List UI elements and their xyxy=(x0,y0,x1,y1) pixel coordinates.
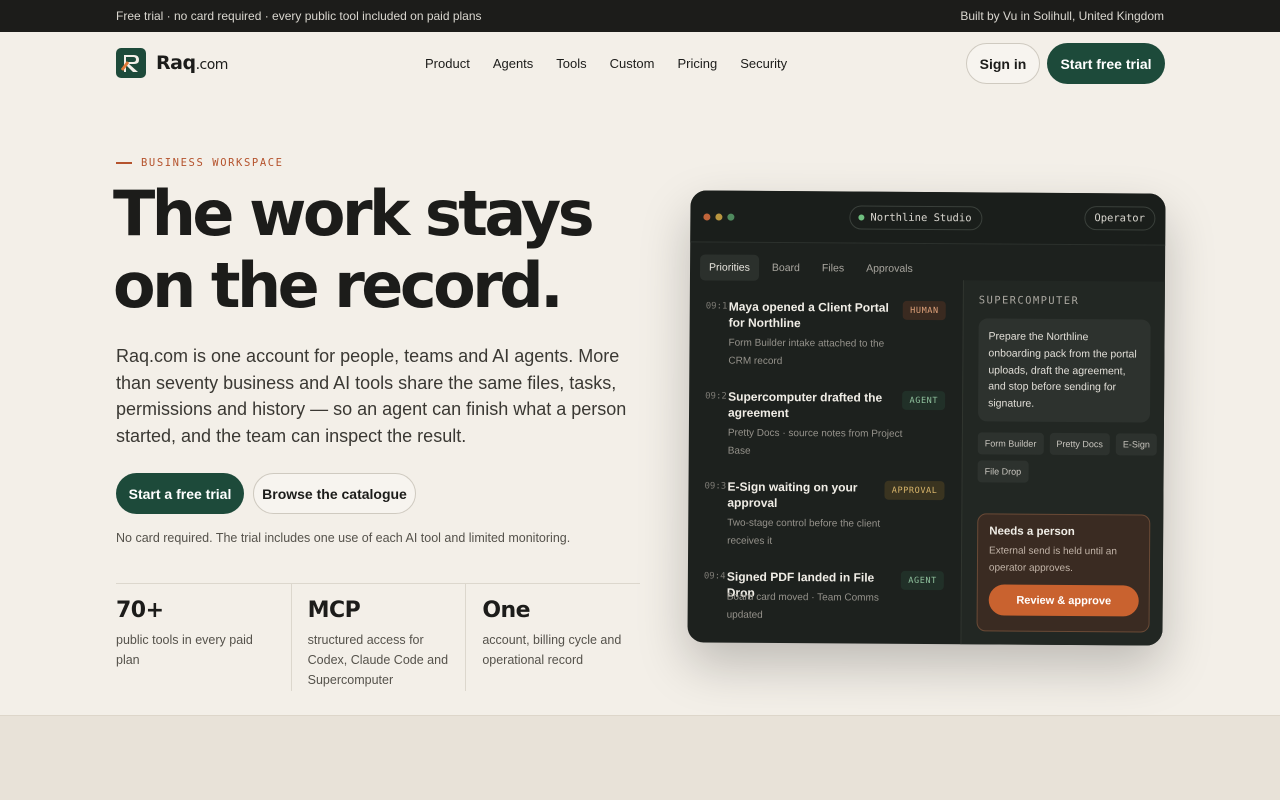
feed-title: Supercomputer drafted the agreement xyxy=(727,389,883,421)
nav-link-security[interactable]: Security xyxy=(740,56,787,71)
logo-mark-icon xyxy=(116,48,146,78)
brand-name: Raq.com xyxy=(156,52,228,74)
tool-chips: Form Builder Pretty Docs E-Sign File Dro… xyxy=(977,432,1158,483)
nav-link-tools[interactable]: Tools xyxy=(556,56,586,71)
stat-value: One xyxy=(482,598,531,623)
list-item[interactable]: 09:21 Supercomputer drafted the agreemen… xyxy=(689,388,961,456)
status-online-icon xyxy=(858,214,865,221)
status-badge: AGENT xyxy=(901,570,944,591)
announcement-left: Free trial · no card required · every pu… xyxy=(116,9,482,23)
sign-in-button[interactable]: Sign in xyxy=(966,43,1040,84)
stat-label: account, billing cycle and operational r… xyxy=(482,633,622,667)
tab-files[interactable]: Files xyxy=(813,255,853,281)
activity-feed: 09:14 Maya opened a Client Portal for No… xyxy=(690,294,962,620)
announcement-right: Built by Vu in Solihull, United Kingdom xyxy=(960,9,1164,23)
hero-title-line-2: on the record. xyxy=(113,249,564,322)
tab-priorities[interactable]: Priorities xyxy=(699,254,759,281)
window-dot-icon xyxy=(727,213,735,221)
feed-title: Maya opened a Client Portal for Northlin… xyxy=(728,299,889,331)
stats-row: 70+ public tools in every paid plan MCP … xyxy=(116,583,640,691)
brand-logo[interactable]: Raq.com xyxy=(116,48,228,78)
tool-chip[interactable]: Form Builder xyxy=(977,432,1044,455)
feed-subtitle: Pretty Docs · source notes from Project … xyxy=(727,427,903,457)
browse-catalogue-button[interactable]: Browse the catalogue xyxy=(253,473,416,514)
stat-value: 70+ xyxy=(116,598,164,623)
stat-item: MCP structured access for Codex, Claude … xyxy=(290,584,466,691)
role-pill[interactable]: Operator xyxy=(1084,206,1156,231)
tab-board[interactable]: Board xyxy=(763,255,809,281)
feed-title: E-Sign waiting on your approval xyxy=(727,479,858,510)
hero-title-line-1: The work stays xyxy=(113,177,595,250)
hero-title: The work stays on the record. xyxy=(113,178,673,322)
needs-text: External send is held until an operator … xyxy=(988,545,1117,575)
hero-eyebrow: BUSINESS WORKSPACE xyxy=(116,157,284,169)
feed-subtitle: Board card moved · Team Comms updated xyxy=(726,591,879,621)
stat-item: One account, billing cycle and operation… xyxy=(465,584,640,691)
nav-link-product[interactable]: Product xyxy=(425,56,470,71)
nav-link-agents[interactable]: Agents xyxy=(493,56,533,71)
hero-description: Raq.com is one account for people, teams… xyxy=(116,346,627,446)
list-item[interactable]: 09:33 E-Sign waiting on your approval Tw… xyxy=(689,478,961,546)
tool-chip[interactable]: File Drop xyxy=(977,460,1029,483)
stat-item: 70+ public tools in every paid plan xyxy=(116,584,291,691)
next-section-band xyxy=(0,715,1280,800)
window-dot-icon xyxy=(715,213,723,221)
panel-header: Northline Studio Operator xyxy=(690,190,1166,246)
start-free-trial-button[interactable]: Start free trial xyxy=(1047,43,1165,84)
nav-link-custom[interactable]: Custom xyxy=(610,56,655,71)
tool-chip[interactable]: Pretty Docs xyxy=(1049,432,1110,456)
stat-label: public tools in every paid plan xyxy=(116,633,253,667)
window-dot-icon xyxy=(703,213,711,221)
workspace-name: Northline Studio xyxy=(870,211,972,225)
review-approve-button[interactable]: Review & approve xyxy=(988,584,1139,617)
feed-subtitle: Two-stage control before the client rece… xyxy=(727,517,881,547)
eyebrow-text: BUSINESS WORKSPACE xyxy=(141,157,284,169)
stat-value: MCP xyxy=(307,598,361,623)
tab-approvals[interactable]: Approvals xyxy=(857,256,922,282)
status-badge: HUMAN xyxy=(903,300,946,321)
needs-title: Needs a person xyxy=(989,525,1075,539)
window-controls xyxy=(703,213,735,221)
stat-label: structured access for Codex, Claude Code… xyxy=(307,633,449,687)
nav-links: Product Agents Tools Custom Pricing Secu… xyxy=(425,56,787,71)
feed-time: 09:47 xyxy=(703,571,726,582)
workspace-pill[interactable]: Northline Studio xyxy=(849,205,983,231)
eyebrow-dash xyxy=(116,162,132,164)
main-nav: Raq.com Product Agents Tools Custom Pric… xyxy=(0,32,1280,96)
status-badge: APPROVAL xyxy=(884,480,945,501)
trial-note: No card required. The trial includes one… xyxy=(116,531,571,545)
feed-time: 09:14 xyxy=(705,301,728,312)
workspace-preview-panel: Northline Studio Operator Priorities Boa… xyxy=(687,190,1166,646)
start-trial-cta-button[interactable]: Start a free trial xyxy=(116,473,244,514)
list-item[interactable]: 09:14 Maya opened a Client Portal for No… xyxy=(690,298,962,366)
list-item[interactable]: 09:47 Signed PDF landed in File Drop Boa… xyxy=(688,568,960,620)
announcement-bar: Free trial · no card required · every pu… xyxy=(0,0,1280,32)
needs-person-card: Needs a person External send is held unt… xyxy=(976,513,1151,633)
tool-chip[interactable]: E-Sign xyxy=(1115,433,1157,456)
panel-tabs: Priorities Board Files Approvals xyxy=(699,254,922,282)
sidebar-heading: SUPERCOMPUTER xyxy=(978,294,1080,308)
agent-prompt: Prepare the Northline onboarding pack fr… xyxy=(977,318,1151,423)
feed-time: 09:33 xyxy=(704,481,727,492)
feed-time: 09:21 xyxy=(705,391,728,402)
feed-subtitle: Form Builder intake attached to the CRM … xyxy=(728,337,885,367)
nav-link-pricing[interactable]: Pricing xyxy=(677,56,717,71)
supercomputer-sidebar: SUPERCOMPUTER Prepare the Northline onbo… xyxy=(960,280,1165,646)
status-badge: AGENT xyxy=(902,390,946,411)
